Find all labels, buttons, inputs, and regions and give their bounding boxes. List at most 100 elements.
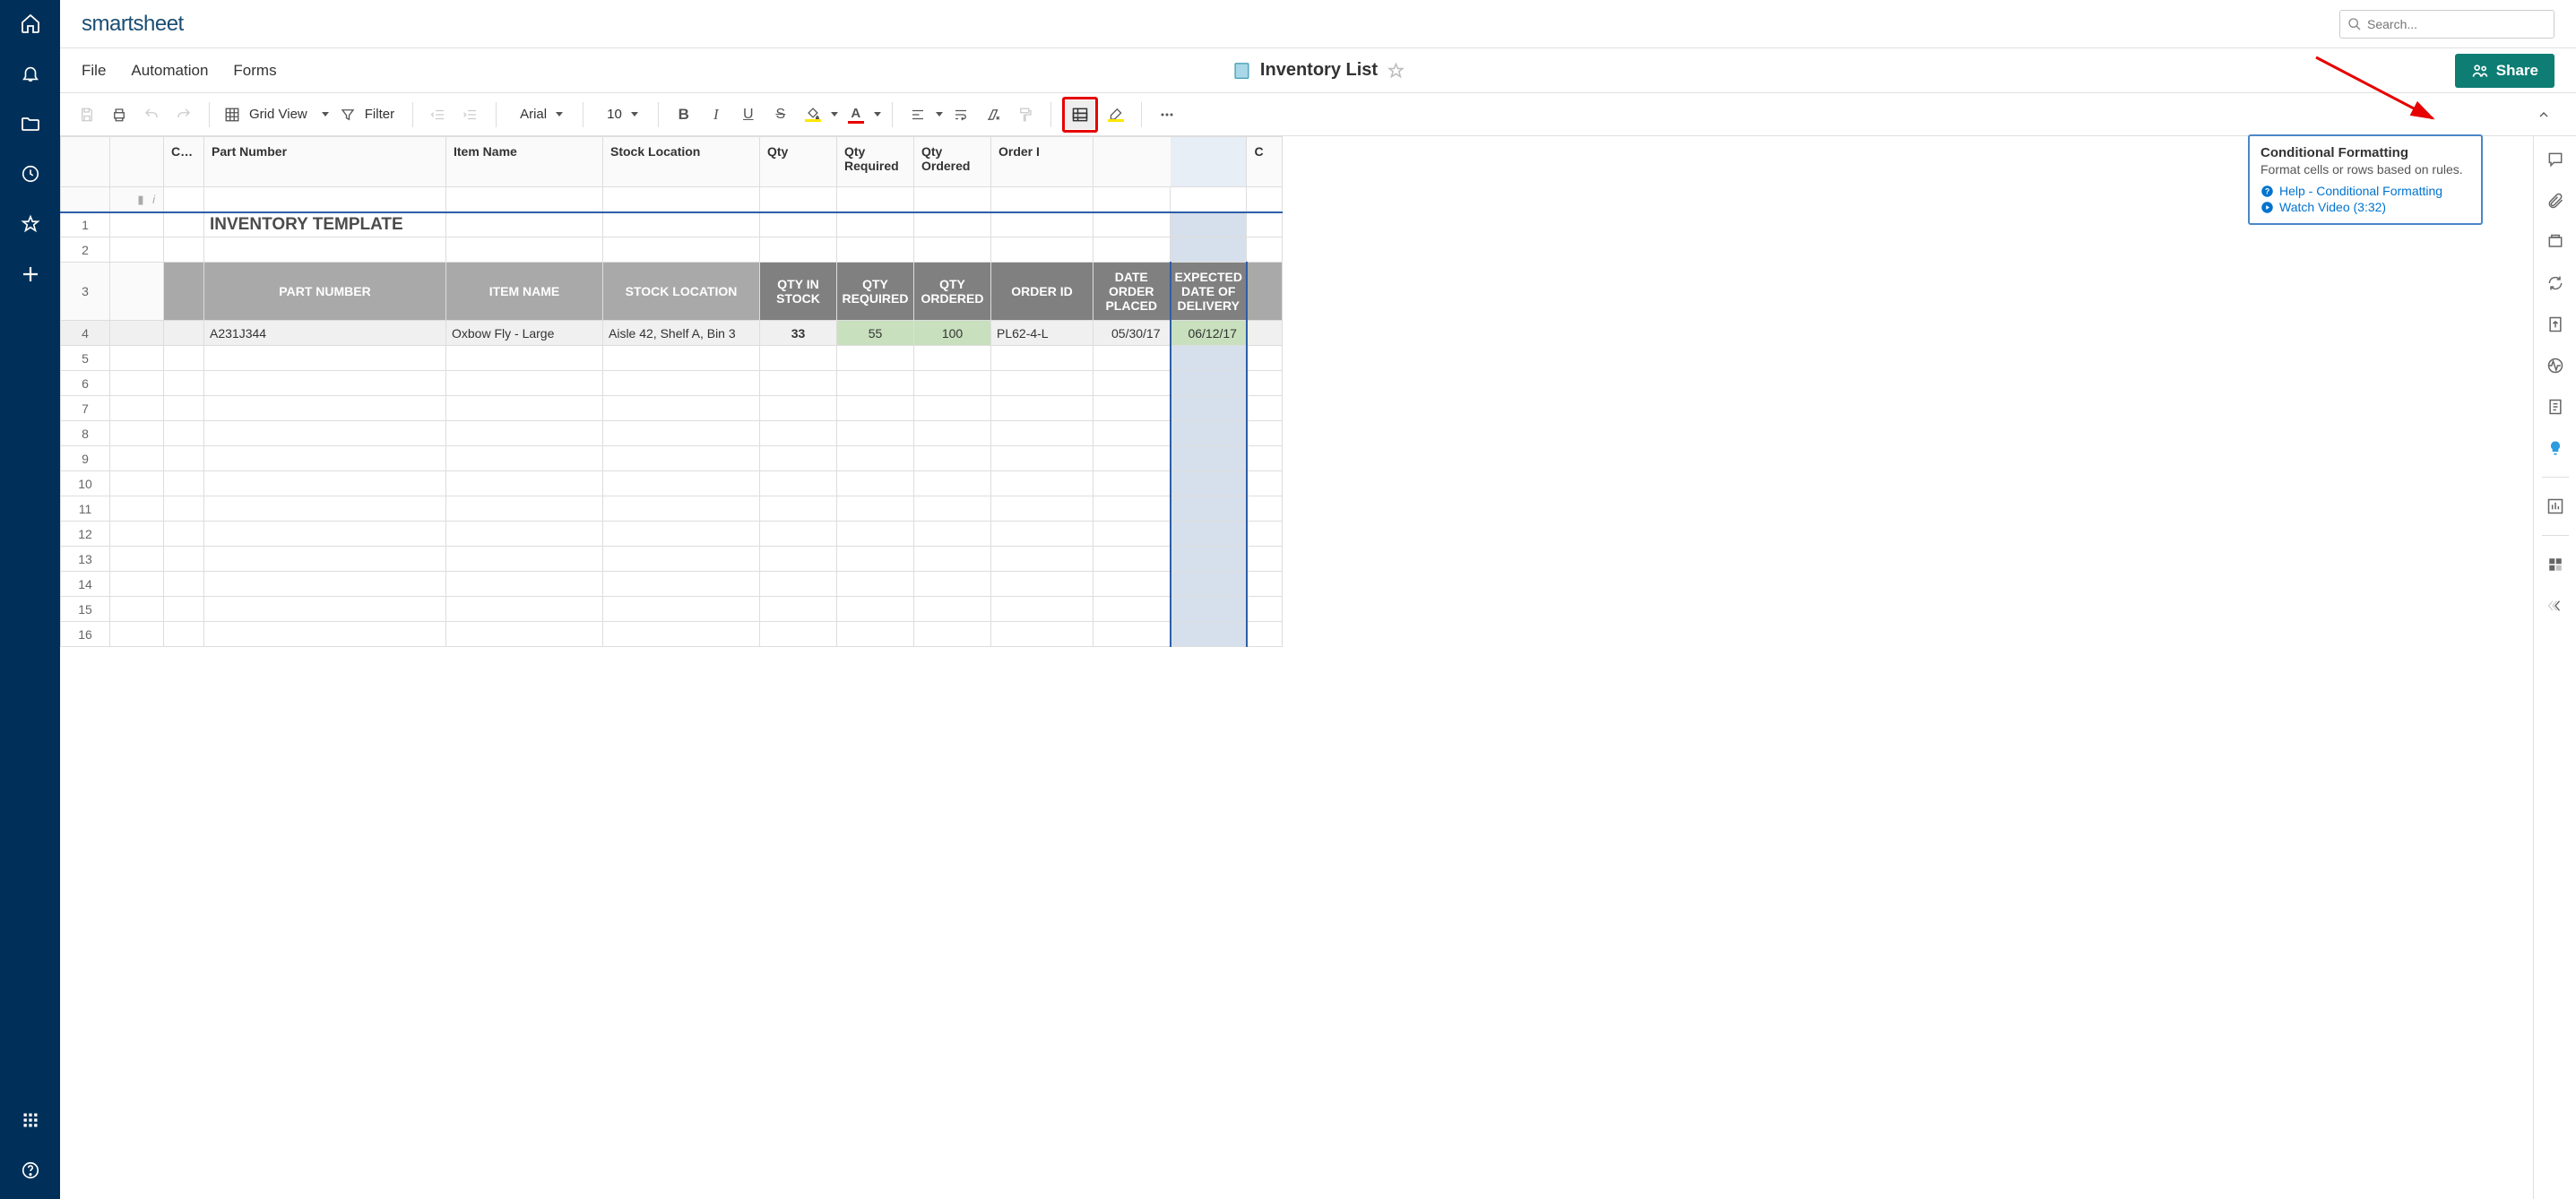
activity-log-icon[interactable] xyxy=(2543,353,2568,378)
col-header[interactable]: C… xyxy=(164,137,204,187)
cell[interactable]: 100 xyxy=(914,321,991,346)
bell-icon[interactable] xyxy=(18,61,43,86)
chart-icon[interactable] xyxy=(2543,494,2568,519)
row-number[interactable]: 14 xyxy=(61,572,110,597)
cell[interactable]: 06/12/17 xyxy=(1171,321,1247,346)
search-icon xyxy=(2347,17,2362,31)
row-number[interactable]: 9 xyxy=(61,446,110,471)
cell[interactable]: 05/30/17 xyxy=(1094,321,1171,346)
cell[interactable]: A231J344 xyxy=(204,321,446,346)
italic-icon[interactable]: I xyxy=(702,100,730,129)
bulb-icon[interactable] xyxy=(2543,436,2568,461)
row-number[interactable]: 12 xyxy=(61,522,110,547)
cell[interactable]: EXPECTED DATE OF DELIVERY xyxy=(1171,263,1247,321)
collapse-toolbar-icon[interactable] xyxy=(2529,100,2558,129)
publish-icon[interactable] xyxy=(2543,312,2568,337)
highlight-changes-icon[interactable] xyxy=(1102,100,1130,129)
help-icon[interactable] xyxy=(18,1158,43,1183)
view-switcher[interactable]: Grid View xyxy=(220,100,333,129)
row-number[interactable]: 15 xyxy=(61,597,110,622)
print-icon[interactable] xyxy=(105,100,134,129)
menubar: File Automation Forms Inventory List Sha… xyxy=(60,48,2576,93)
tooltip-title: Conditional Formatting xyxy=(2260,145,2470,160)
cell[interactable]: ORDER ID xyxy=(991,263,1094,321)
search-box[interactable] xyxy=(2339,10,2554,39)
font-select[interactable]: Arial xyxy=(507,100,572,129)
col-header[interactable]: Part Number xyxy=(204,137,446,187)
cell[interactable]: 55 xyxy=(837,321,914,346)
folder-icon[interactable] xyxy=(18,111,43,136)
apps-icon[interactable] xyxy=(18,1108,43,1133)
cell[interactable]: PART NUMBER xyxy=(204,263,446,321)
more-icon[interactable] xyxy=(1153,100,1181,129)
filter-button[interactable]: Filter xyxy=(336,100,402,129)
recent-icon[interactable] xyxy=(18,161,43,186)
plus-icon[interactable] xyxy=(18,262,43,287)
col-header[interactable]: C xyxy=(1247,137,1283,187)
row-number[interactable]: 5 xyxy=(61,346,110,371)
cell[interactable]: Oxbow Fly - Large xyxy=(446,321,603,346)
clear-format-icon[interactable] xyxy=(979,100,1007,129)
col-header[interactable]: Order I xyxy=(991,137,1094,187)
row-number[interactable]: 7 xyxy=(61,396,110,421)
cell[interactable]: DATE ORDER PLACED xyxy=(1094,263,1171,321)
star-icon[interactable] xyxy=(18,211,43,237)
favorite-star-icon[interactable] xyxy=(1387,62,1405,80)
cell[interactable]: Aisle 42, Shelf A, Bin 3 xyxy=(603,321,760,346)
workapps-icon[interactable] xyxy=(2543,552,2568,577)
col-header[interactable] xyxy=(1171,137,1247,187)
cell[interactable]: QTY IN STOCK xyxy=(760,263,837,321)
text-color-icon[interactable]: A xyxy=(842,100,870,129)
fill-color-icon[interactable] xyxy=(799,100,827,129)
cell[interactable]: STOCK LOCATION xyxy=(603,263,760,321)
attachments-icon[interactable] xyxy=(2543,188,2568,213)
row-number[interactable]: 1 xyxy=(61,212,110,237)
underline-icon[interactable]: U xyxy=(734,100,763,129)
cell[interactable]: QTY ORDERED xyxy=(914,263,991,321)
row-number[interactable]: 11 xyxy=(61,496,110,522)
expand-panel-icon[interactable] xyxy=(2543,593,2568,618)
share-button[interactable]: Share xyxy=(2455,54,2554,88)
col-header[interactable]: Qty Required xyxy=(837,137,914,187)
proofs-icon[interactable] xyxy=(2543,229,2568,254)
col-header[interactable]: Item Name xyxy=(446,137,603,187)
comments-icon[interactable] xyxy=(2543,147,2568,172)
row-number[interactable]: 3 xyxy=(61,263,110,321)
play-badge-icon xyxy=(2260,201,2274,214)
cell[interactable]: 33 xyxy=(760,321,837,346)
row-number[interactable]: 2 xyxy=(61,237,110,263)
cell[interactable]: ITEM NAME xyxy=(446,263,603,321)
size-select[interactable]: 10 xyxy=(594,100,647,129)
search-input[interactable] xyxy=(2367,17,2546,31)
row-number[interactable]: 16 xyxy=(61,622,110,647)
grid[interactable]: C… Part Number Item Name Stock Location … xyxy=(60,136,2533,1199)
row-number[interactable]: 4 xyxy=(61,321,110,346)
update-requests-icon[interactable] xyxy=(2543,271,2568,296)
col-header[interactable]: Stock Location xyxy=(603,137,760,187)
row-number[interactable]: 10 xyxy=(61,471,110,496)
menu-automation[interactable]: Automation xyxy=(131,62,208,80)
help-badge-icon: ? xyxy=(2260,185,2274,198)
cell[interactable]: QTY REQUIRED xyxy=(837,263,914,321)
conditional-format-icon[interactable] xyxy=(1066,100,1094,129)
col-header[interactable]: Qty xyxy=(760,137,837,187)
cell[interactable]: PL62-4-L xyxy=(991,321,1094,346)
summary-icon[interactable] xyxy=(2543,394,2568,419)
align-icon[interactable] xyxy=(903,100,932,129)
menu-forms[interactable]: Forms xyxy=(233,62,276,80)
menu-file[interactable]: File xyxy=(82,62,106,80)
col-header[interactable]: Qty Ordered xyxy=(914,137,991,187)
cell[interactable]: INVENTORY TEMPLATE xyxy=(204,212,446,237)
home-icon[interactable] xyxy=(18,11,43,36)
row-number[interactable]: 13 xyxy=(61,547,110,572)
col-header[interactable] xyxy=(1094,137,1171,187)
row-number[interactable]: 8 xyxy=(61,421,110,446)
bold-icon[interactable]: B xyxy=(670,100,698,129)
row-number[interactable]: 6 xyxy=(61,371,110,396)
tooltip-help-link[interactable]: ?Help - Conditional Formatting xyxy=(2260,184,2470,198)
tooltip-video-text: Watch Video (3:32) xyxy=(2279,200,2386,214)
filter-label: Filter xyxy=(361,107,398,122)
strikethrough-icon[interactable]: S xyxy=(766,100,795,129)
wrap-icon[interactable] xyxy=(947,100,975,129)
tooltip-video-link[interactable]: Watch Video (3:32) xyxy=(2260,200,2470,214)
